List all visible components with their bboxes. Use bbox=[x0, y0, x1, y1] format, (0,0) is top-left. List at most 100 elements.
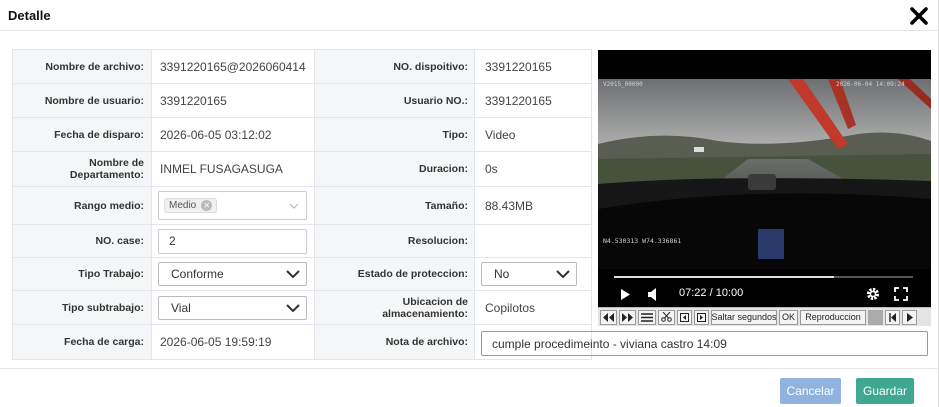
fullscreen-icon[interactable] bbox=[894, 287, 908, 301]
label-estado-proteccion: Estado de proteccion: bbox=[315, 258, 475, 290]
frame-forward-icon bbox=[697, 312, 706, 322]
chevron-down-icon bbox=[289, 203, 299, 209]
medio-tag: Medio ✕ bbox=[164, 198, 218, 213]
skip-start-icon bbox=[888, 312, 896, 322]
value-duracion: 0s bbox=[485, 162, 498, 176]
detail-dialog: Detalle Nombre de archivo: 3391220165@20… bbox=[0, 0, 939, 407]
frame-forward-button[interactable] bbox=[694, 309, 709, 325]
value-fecha-disparo: 2026-06-05 03:12:02 bbox=[152, 118, 315, 151]
frame-back-button[interactable] bbox=[677, 309, 692, 325]
value-tipo: Video bbox=[485, 127, 516, 142]
osd-top-right: 2026-06-04 14:09:24 bbox=[836, 81, 905, 88]
fast-forward-icon bbox=[622, 312, 633, 322]
estado-proteccion-cell: No bbox=[475, 258, 591, 290]
form-row: Nombre de archivo: 3391220165@2026060414… bbox=[13, 50, 591, 84]
label-rango-medio: Rango medio: bbox=[13, 187, 152, 224]
saltar-segundos-input[interactable]: Saltar segundos bbox=[711, 309, 777, 325]
toolbar-next-button[interactable] bbox=[902, 309, 918, 325]
no-case-input[interactable]: 2 bbox=[158, 228, 307, 254]
chevron-down-icon bbox=[286, 303, 300, 312]
cut-button[interactable] bbox=[658, 309, 675, 325]
value-nombre-archivo: 3391220165@2026060414 bbox=[152, 50, 315, 83]
slow-back-button[interactable] bbox=[600, 309, 617, 325]
toolbar-prev-button[interactable] bbox=[885, 309, 901, 325]
cancel-button[interactable]: Cancelar bbox=[780, 378, 841, 404]
label-duracion: Duracion: bbox=[315, 152, 475, 186]
player-controls: 07:22 / 10:00 bbox=[598, 269, 931, 307]
value-departamento: INMEL FUSAGASUGA bbox=[152, 152, 315, 186]
osd-top-left: V2015_00000 bbox=[603, 81, 643, 88]
value-usuario-no: 3391220165 bbox=[485, 93, 552, 108]
form-row: Fecha de disparo: 2026-06-05 03:12:02 Ti… bbox=[13, 118, 591, 152]
label-tamano: Tamaño: bbox=[315, 187, 475, 224]
progress-fill bbox=[614, 276, 835, 278]
fast-forward-button[interactable] bbox=[619, 309, 636, 325]
form-row: Tipo subtrabajo: Vial Ubicacion de almac… bbox=[13, 291, 591, 325]
label-fecha-carga: Fecha de carga: bbox=[13, 325, 152, 359]
close-icon[interactable] bbox=[909, 6, 929, 26]
form-row: Tipo Trabajo: Conforme Estado de protecc… bbox=[13, 258, 591, 291]
label-departamento: Nombre de Departamento: bbox=[13, 152, 152, 186]
tipo-subtrabajo-cell: Vial bbox=[152, 291, 315, 324]
label-nombre-archivo: Nombre de archivo: bbox=[13, 50, 152, 83]
volume-icon[interactable] bbox=[647, 288, 661, 301]
list-icon bbox=[641, 312, 653, 322]
value-resolucion bbox=[475, 225, 591, 257]
tipo-trabajo-cell: Conforme bbox=[152, 258, 315, 290]
form-row: Rango medio: Medio ✕ Tamaño: 88.43MB bbox=[13, 187, 591, 225]
chevron-down-icon bbox=[556, 270, 570, 279]
list-button[interactable] bbox=[638, 309, 656, 325]
no-case-cell: 2 bbox=[152, 225, 315, 257]
label-tipo: Tipo: bbox=[315, 118, 475, 151]
dialog-title: Detalle bbox=[8, 8, 51, 23]
label-no-case: NO. case: bbox=[13, 225, 152, 257]
player-toolbar: Saltar segundos OK Reproduccion bbox=[598, 307, 931, 326]
label-tipo-trabajo: Tipo Trabajo: bbox=[13, 258, 152, 290]
frame-back-icon bbox=[680, 312, 689, 322]
ok-button[interactable]: OK bbox=[779, 309, 799, 325]
play-icon[interactable] bbox=[619, 288, 631, 301]
progress-bar[interactable] bbox=[614, 276, 913, 278]
tipo-subtrabajo-value: Vial bbox=[171, 300, 191, 315]
value-ubicacion: Copilotos bbox=[485, 300, 536, 315]
estado-proteccion-value: No bbox=[494, 267, 510, 281]
reproduccion-select[interactable]: Reproduccion bbox=[800, 309, 867, 325]
osd-gps: N4.530313 W74.336861 bbox=[603, 237, 681, 245]
value-no-dispositivo: 3391220165 bbox=[485, 59, 552, 74]
next-icon bbox=[906, 312, 913, 322]
label-no-dispositivo: NO. dispoitivo: bbox=[315, 50, 475, 83]
toolbar-spacer bbox=[868, 309, 884, 325]
rango-medio-cell: Medio ✕ bbox=[152, 187, 315, 224]
form-row: Nombre de Departamento: INMEL FUSAGASUGA… bbox=[13, 152, 591, 187]
label-nombre-usuario: Nombre de usuario: bbox=[13, 84, 152, 117]
tipo-trabajo-value: Conforme bbox=[171, 267, 224, 281]
video-frame: V2015_00000 2026-06-04 14:09:24 N4.53031… bbox=[598, 79, 931, 269]
label-usuario-no: Usuario NO.: bbox=[315, 84, 475, 117]
label-fecha-disparo: Fecha de disparo: bbox=[13, 118, 152, 151]
rewind-icon bbox=[603, 312, 614, 322]
time-display: 07:22 / 10:00 bbox=[679, 287, 744, 299]
form-row: NO. case: 2 Resolucion: bbox=[13, 225, 591, 258]
label-nota-archivo: Nota de archivo: bbox=[315, 325, 475, 359]
label-resolucion: Resolucion: bbox=[315, 225, 475, 257]
rango-medio-multiselect[interactable]: Medio ✕ bbox=[158, 191, 307, 220]
tipo-subtrabajo-select[interactable]: Vial bbox=[158, 295, 307, 320]
nota-archivo-input[interactable]: cumple procedimeinto - viviana castro 14… bbox=[481, 331, 928, 356]
detail-form: Nombre de archivo: 3391220165@2026060414… bbox=[12, 49, 592, 360]
video-player[interactable]: V2015_00000 2026-06-04 14:09:24 N4.53031… bbox=[598, 50, 931, 326]
dashcam-frame: V2015_00000 2026-06-04 14:09:24 N4.53031… bbox=[598, 79, 931, 269]
label-tipo-subtrabajo: Tipo subtrabajo: bbox=[13, 291, 152, 324]
tipo-trabajo-select[interactable]: Conforme bbox=[158, 262, 307, 286]
estado-proteccion-select[interactable]: No bbox=[481, 262, 577, 286]
chevron-down-icon bbox=[286, 270, 300, 279]
value-nombre-usuario: 3391220165 bbox=[152, 84, 315, 117]
scissors-icon bbox=[661, 312, 672, 322]
tag-remove-icon[interactable]: ✕ bbox=[201, 200, 213, 211]
value-fecha-carga: 2026-06-05 19:59:19 bbox=[152, 325, 315, 359]
save-button[interactable]: Guardar bbox=[856, 378, 914, 404]
form-row: Nombre de usuario: 3391220165 Usuario NO… bbox=[13, 84, 591, 118]
dialog-header: Detalle bbox=[0, 0, 938, 31]
label-ubicacion: Ubicacion de almacenamiento: bbox=[315, 291, 475, 324]
gear-icon[interactable] bbox=[865, 286, 881, 302]
value-tamano: 88.43MB bbox=[485, 198, 534, 213]
